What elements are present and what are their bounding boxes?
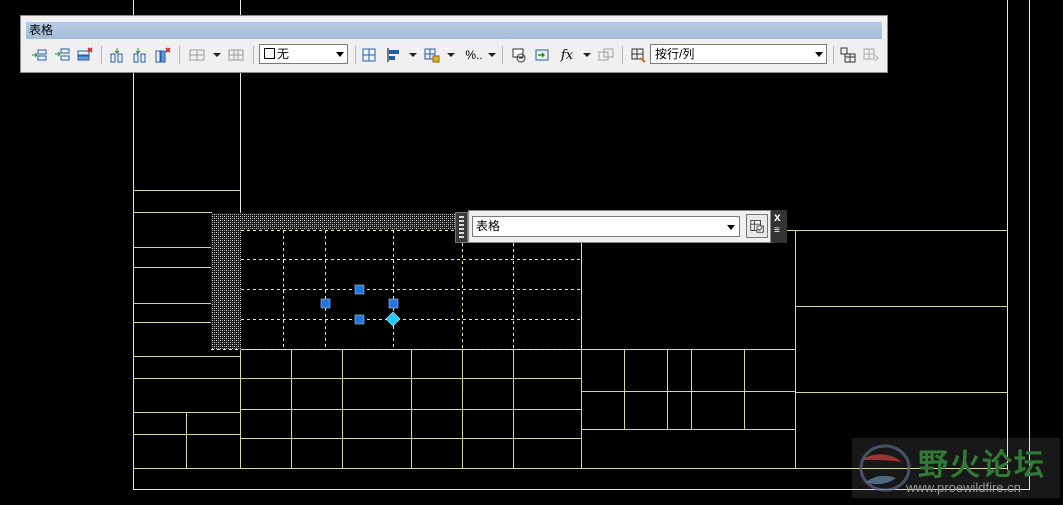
- data-format-icon[interactable]: %..: [461, 45, 487, 65]
- table-style-combo[interactable]: 表格: [472, 216, 740, 237]
- insert-field-icon[interactable]: [532, 45, 552, 65]
- insert-column-right-icon[interactable]: [130, 45, 150, 65]
- grip-bottom: [354, 314, 365, 325]
- table-style-value: 表格: [476, 219, 501, 233]
- mini-toolbar-body: 表格: [468, 210, 771, 243]
- link-cell-icon[interactable]: [838, 45, 858, 65]
- download-changes-icon[interactable]: [861, 45, 881, 65]
- drawing-canvas[interactable]: [0, 0, 1063, 505]
- insert-block-icon[interactable]: [509, 45, 529, 65]
- chevron-down-icon: [336, 52, 344, 57]
- alignment-icon[interactable]: [384, 45, 404, 65]
- floating-table-toolbar[interactable]: 表格 x ≡: [455, 210, 787, 243]
- insert-column-left-icon[interactable]: [107, 45, 127, 65]
- watermark: 野火论坛 www.proewildfire.cn: [852, 438, 1060, 498]
- match-cell-icon[interactable]: [629, 45, 649, 65]
- delete-columns-icon[interactable]: [153, 45, 173, 65]
- insert-formula-icon[interactable]: fx: [557, 45, 577, 65]
- close-icon[interactable]: x: [774, 211, 781, 223]
- table-style-button[interactable]: [746, 214, 768, 238]
- table-toolbar[interactable]: 表格 无 %.. fx 按行/列: [20, 15, 888, 73]
- grip-right: [388, 298, 399, 309]
- delete-rows-icon[interactable]: [75, 45, 95, 65]
- cell-border-combo[interactable]: 无: [259, 44, 348, 64]
- unmerge-cells-icon[interactable]: [226, 45, 246, 65]
- cell-locking-icon[interactable]: [422, 45, 442, 65]
- cell-borders-icon[interactable]: [359, 45, 379, 65]
- drag-handle[interactable]: [455, 212, 468, 243]
- grip-top: [354, 284, 365, 295]
- cell-border-value: 无: [277, 47, 290, 61]
- merge-cells-icon[interactable]: [187, 45, 207, 65]
- grip-autofill-diamond: [385, 311, 401, 327]
- grip-left: [320, 298, 331, 309]
- table-style-icon: [750, 220, 764, 233]
- border-square-icon: [264, 48, 275, 59]
- watermark-url: www.proewildfire.cn: [906, 480, 1021, 495]
- toolbar-title[interactable]: 表格: [26, 22, 882, 39]
- chevron-down-icon: [727, 225, 735, 230]
- match-rows-columns-combo[interactable]: 按行/列: [650, 44, 827, 64]
- insert-row-above-icon[interactable]: [29, 45, 49, 65]
- watermark-title: 野火论坛: [918, 448, 1046, 483]
- insert-row-below-icon[interactable]: [52, 45, 72, 65]
- mini-toolbar-side: x ≡: [771, 210, 787, 243]
- match-combo-value: 按行/列: [655, 47, 695, 61]
- menu-icon[interactable]: ≡: [774, 226, 780, 236]
- chevron-down-icon: [815, 52, 823, 57]
- manage-cell-content-icon[interactable]: [596, 45, 616, 65]
- toolbar-row: 无 %.. fx 按行/列: [21, 43, 887, 67]
